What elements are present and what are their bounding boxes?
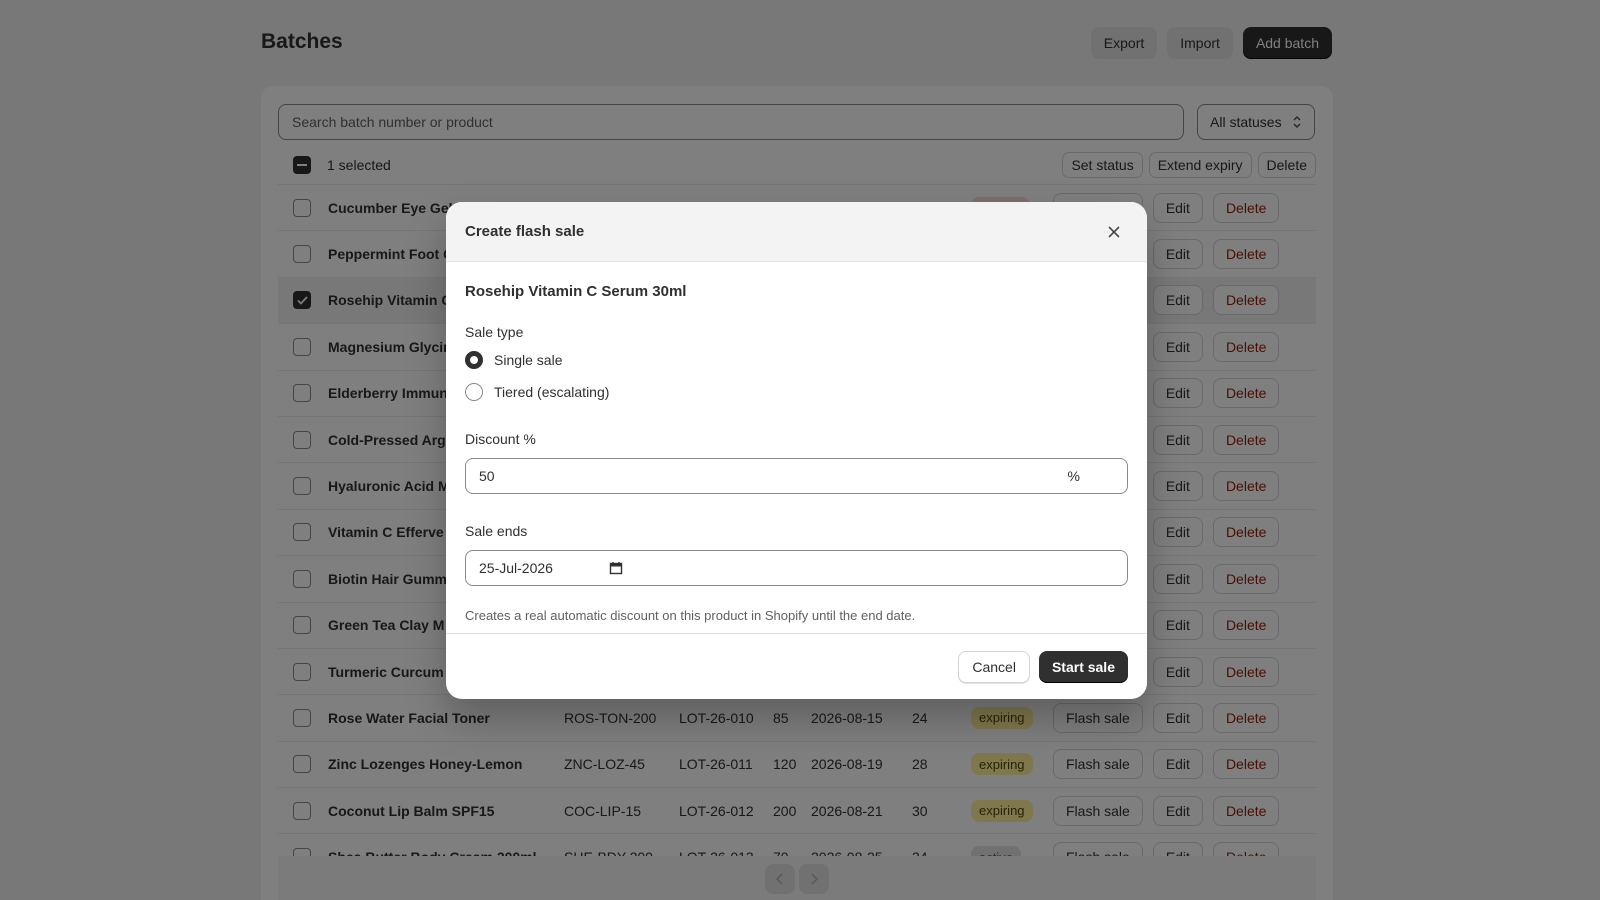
cancel-button[interactable]: Cancel: [958, 650, 1030, 683]
help-text: Creates a real automatic discount on thi…: [465, 608, 916, 623]
sale-type-label: Sale type: [465, 324, 524, 340]
discount-input[interactable]: 50 %: [465, 458, 1128, 494]
radio-single-sale[interactable]: Single sale: [465, 351, 1128, 369]
modal-footer: Cancel Start sale: [446, 633, 1147, 699]
flash-sale-modal: Create flash sale Rosehip Vitamin C Seru…: [446, 202, 1147, 699]
close-icon: [1108, 225, 1120, 238]
close-button[interactable]: [1100, 218, 1128, 246]
modal-title: Create flash sale: [465, 223, 585, 240]
discount-label: Discount %: [465, 431, 536, 447]
product-name: Rosehip Vitamin C Serum 30ml: [465, 283, 687, 300]
radio-tiered-sale[interactable]: Tiered (escalating): [465, 383, 1128, 401]
sale-ends-date-input[interactable]: 25-Jul-2026: [465, 550, 1128, 586]
discount-value: 50: [479, 468, 495, 484]
sale-ends-value: 25-Jul-2026: [479, 560, 553, 576]
radio-tiered-label: Tiered (escalating): [494, 384, 610, 400]
radio-single-label: Single sale: [494, 352, 563, 368]
discount-suffix: %: [1067, 468, 1080, 484]
calendar-icon[interactable]: [609, 561, 623, 575]
start-sale-button[interactable]: Start sale: [1038, 650, 1128, 683]
radio-tiered-indicator[interactable]: [465, 383, 483, 401]
radio-single-indicator[interactable]: [465, 351, 483, 369]
modal-body: Rosehip Vitamin C Serum 30ml Sale type S…: [446, 262, 1147, 634]
sale-ends-label: Sale ends: [465, 523, 528, 539]
modal-header: Create flash sale: [446, 202, 1147, 262]
